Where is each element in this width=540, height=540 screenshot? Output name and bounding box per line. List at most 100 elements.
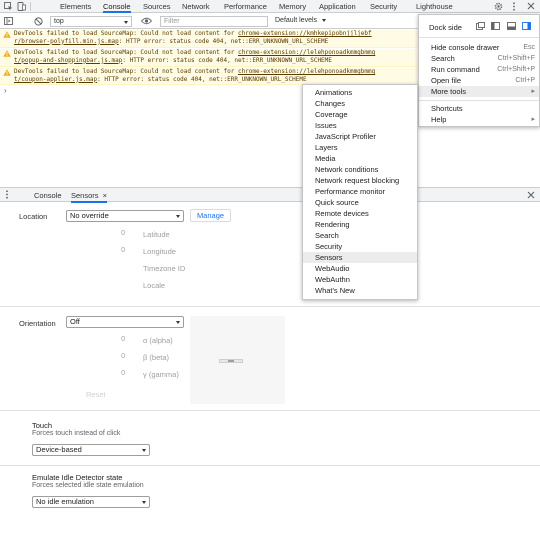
locale-label: Locale: [143, 281, 166, 290]
idle-description: Forces selected idle state emulation: [32, 482, 144, 489]
orientation-label: Orientation: [19, 319, 56, 328]
tab-performance[interactable]: Performance: [224, 1, 267, 13]
console-prompt[interactable]: ›: [4, 86, 7, 95]
tab-network[interactable]: Network: [182, 1, 210, 13]
manage-locations-button[interactable]: Manage: [190, 209, 231, 222]
dock-bottom-icon[interactable]: [507, 22, 516, 30]
gamma-input[interactable]: 0: [105, 370, 125, 377]
show-sidebar-icon[interactable]: [4, 17, 13, 25]
warning-text: DevTools failed to load SourceMap: Could…: [14, 30, 238, 37]
tool-item-search[interactable]: Search: [303, 230, 417, 241]
tool-item-animations[interactable]: Animations: [303, 87, 417, 98]
location-select[interactable]: No override: [66, 210, 184, 222]
sourcemap-link[interactable]: r/browser-polyfill.min.js.map: [14, 38, 119, 45]
dock-left-icon[interactable]: [491, 22, 500, 30]
section-divider: [0, 465, 540, 466]
tool-item-remote-devices[interactable]: Remote devices: [303, 208, 417, 219]
menu-item-shortcuts[interactable]: Shortcuts: [419, 103, 539, 114]
sourcemap-link[interactable]: t/coupon-applier.js.map: [14, 76, 97, 83]
clear-console-icon[interactable]: [34, 17, 43, 26]
tab-security[interactable]: Security: [370, 1, 397, 13]
device-screen: [228, 360, 234, 362]
tool-item-media[interactable]: Media: [303, 153, 417, 164]
tab-lighthouse[interactable]: Lighthouse: [416, 1, 453, 13]
close-drawer-icon[interactable]: [527, 191, 535, 199]
tool-item-webauthn[interactable]: WebAuthn: [303, 274, 417, 285]
log-levels-dropdown[interactable]: Default levels: [275, 17, 326, 24]
orientation-device-preview[interactable]: [190, 316, 285, 404]
orientation-select-value: Off: [70, 317, 80, 326]
chevron-down-icon: [176, 321, 180, 324]
tab-application[interactable]: Application: [319, 1, 356, 13]
close-tab-icon[interactable]: ×: [103, 191, 107, 200]
menu-item-hide-console-drawer[interactable]: Hide console drawer Esc: [419, 42, 539, 53]
device-toolbar-icon[interactable]: [17, 2, 26, 11]
beta-label: β (beta): [143, 353, 169, 362]
undock-icon[interactable]: [476, 22, 485, 30]
tool-item-quick-source[interactable]: Quick source: [303, 197, 417, 208]
console-filter-input[interactable]: Filter: [160, 16, 268, 27]
location-select-value: No override: [70, 211, 109, 220]
longitude-input[interactable]: 0: [105, 247, 125, 254]
tab-sources[interactable]: Sources: [143, 1, 171, 13]
tab-memory[interactable]: Memory: [279, 1, 306, 13]
tool-item-sensors[interactable]: Sensors: [303, 252, 417, 263]
beta-input[interactable]: 0: [105, 353, 125, 360]
drawer-tab-console[interactable]: Console: [34, 191, 62, 200]
close-devtools-icon[interactable]: [527, 2, 535, 10]
tool-item-rendering[interactable]: Rendering: [303, 219, 417, 230]
tool-item-layers[interactable]: Layers: [303, 142, 417, 153]
idle-select-value: No idle emulation: [36, 497, 94, 506]
sourcemap-link[interactable]: chrome-extension://kmhkepipobnjjljebf: [238, 30, 372, 37]
chevron-down-icon: [142, 501, 146, 504]
reset-orientation-button[interactable]: Reset: [86, 390, 106, 399]
menu-item-search[interactable]: Search Ctrl+Shift+F: [419, 53, 539, 64]
latitude-input[interactable]: 0: [105, 230, 125, 237]
tool-item-javascript-profiler[interactable]: JavaScript Profiler: [303, 131, 417, 142]
chevron-down-icon: [142, 449, 146, 452]
drawer-tab-sensors[interactable]: Sensors ×: [71, 191, 107, 203]
more-tools-submenu: Animations Changes Coverage Issues JavaS…: [302, 84, 418, 300]
warning-text: : HTTP error: status code 404, net::ERR_…: [122, 56, 332, 64]
device-model: [219, 359, 243, 363]
more-options-icon[interactable]: [512, 2, 516, 11]
idle-select[interactable]: No idle emulation: [32, 496, 150, 508]
sourcemap-link[interactable]: chrome-extension://lelehponoadkmmgbmmg: [238, 68, 375, 75]
tool-item-whats-new[interactable]: What's New: [303, 285, 417, 296]
touch-select[interactable]: Device-based: [32, 444, 150, 456]
menu-item-shortcut: Ctrl+Shift+F: [497, 55, 535, 62]
tool-item-changes[interactable]: Changes: [303, 98, 417, 109]
tool-item-webaudio[interactable]: WebAudio: [303, 263, 417, 274]
menu-item-shortcut: Esc: [523, 44, 535, 51]
tool-item-security[interactable]: Security: [303, 241, 417, 252]
warning-icon: [3, 50, 11, 57]
tab-elements[interactable]: Elements: [60, 1, 91, 13]
menu-item-help[interactable]: Help ▸: [419, 114, 539, 125]
menu-item-label: Search: [431, 54, 455, 63]
settings-gear-icon[interactable]: [494, 2, 503, 11]
sourcemap-link[interactable]: chrome-extension://lelehponoadkmmgbmmg: [238, 49, 375, 56]
drawer-tabbar: Console Sensors ×: [0, 187, 540, 203]
devtools-toolbar: Elements Console Sources Network Perform…: [0, 0, 540, 13]
dock-right-icon[interactable]: [522, 22, 531, 30]
tool-item-performance-monitor[interactable]: Performance monitor: [303, 186, 417, 197]
sourcemap-link[interactable]: t/popup-and-shoppingbar.js.map: [14, 57, 122, 64]
orientation-select[interactable]: Off: [66, 316, 184, 328]
live-expression-eye-icon[interactable]: [141, 17, 152, 25]
tool-item-coverage[interactable]: Coverage: [303, 109, 417, 120]
menu-item-run-command[interactable]: Run command Ctrl+Shift+P: [419, 64, 539, 75]
chevron-down-icon: [321, 18, 326, 22]
tool-item-network-request-blocking[interactable]: Network request blocking: [303, 175, 417, 186]
alpha-input[interactable]: 0: [105, 336, 125, 343]
menu-item-open-file[interactable]: Open file Ctrl+P: [419, 75, 539, 86]
tab-console[interactable]: Console: [103, 1, 131, 13]
context-selector[interactable]: top: [50, 16, 132, 27]
drawer-menu-icon[interactable]: [5, 190, 9, 199]
inspect-element-icon[interactable]: [4, 2, 13, 11]
tool-item-network-conditions[interactable]: Network conditions: [303, 164, 417, 175]
menu-item-more-tools[interactable]: More tools ▸: [419, 86, 539, 97]
tool-item-issues[interactable]: Issues: [303, 120, 417, 131]
chevron-down-icon: [124, 21, 128, 24]
idle-title: Emulate Idle Detector state: [32, 473, 123, 482]
menu-item-label: Hide console drawer: [431, 43, 500, 52]
